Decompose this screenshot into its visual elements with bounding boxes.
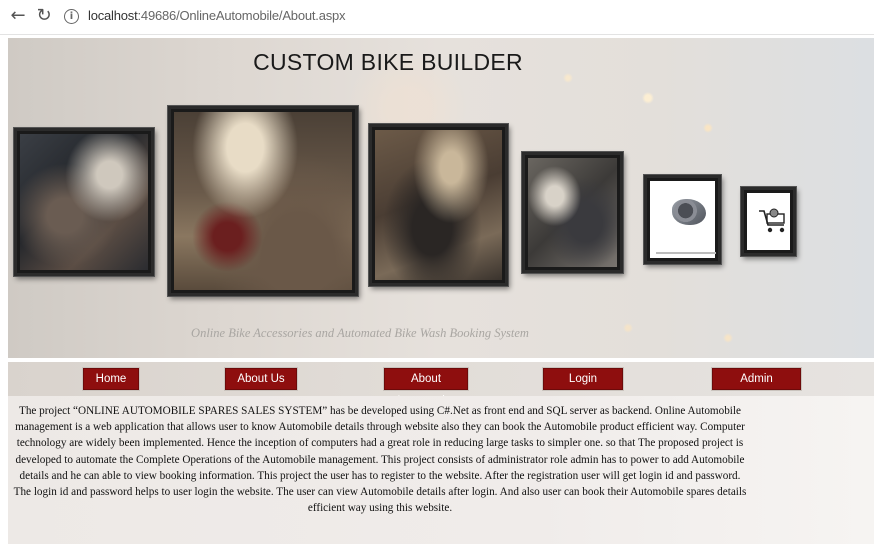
site-subtitle: Online Bike Accessories and Automated Bi… (191, 326, 529, 340)
garage-motorcycle-photo (168, 106, 358, 296)
nav-admin-button[interactable]: Admin (711, 367, 802, 391)
nav-login-button[interactable]: Login (542, 367, 624, 391)
about-description: The project “ONLINE AUTOMOBILE SPARES SA… (13, 405, 747, 515)
nav-about-accessories-button[interactable]: About Accessories (383, 367, 469, 407)
auto-part-photo (644, 175, 721, 264)
header-banner: CUSTOM BIKE BUILDER Online Bike Accessor… (8, 38, 874, 358)
bike-repair-photo-1 (14, 128, 154, 276)
reload-icon[interactable]: ↻ (34, 5, 54, 27)
nav-about-us-button[interactable]: About Us (224, 367, 298, 391)
info-icon[interactable]: i (64, 9, 79, 24)
cart-icon (759, 208, 785, 233)
nav-home-button[interactable]: Home (82, 367, 140, 391)
bike-repair-photo-2 (522, 152, 623, 273)
shopping-cart-photo (741, 187, 796, 256)
url-host: localhost (88, 8, 138, 23)
url-path: :49686/OnlineAutomobile/About.aspx (137, 8, 346, 23)
main-navbar: Home About Us About Accessories Login Ad… (8, 362, 874, 407)
mechanic-workshop-photo (369, 124, 508, 286)
site-title: CUSTOM BIKE BUILDER (253, 49, 523, 75)
back-arrow-icon[interactable]: ← (8, 5, 28, 27)
address-bar[interactable]: localhost:49686/OnlineAutomobile/About.a… (88, 8, 346, 23)
browser-toolbar: ← ↻ i localhost:49686/OnlineAutomobile/A… (0, 0, 874, 35)
